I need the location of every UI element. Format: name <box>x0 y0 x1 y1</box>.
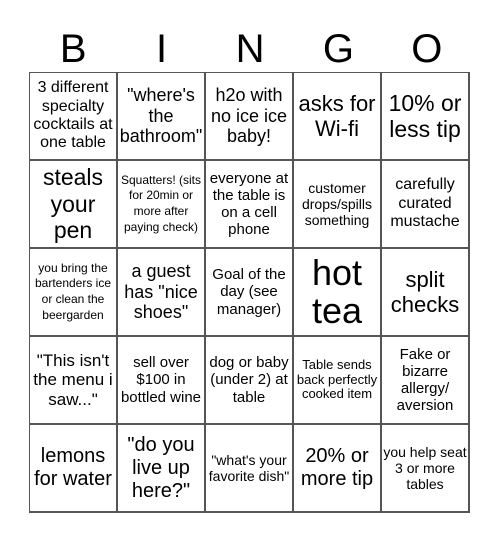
bingo-header: B I N G O <box>29 26 471 72</box>
header-letter-o: O <box>411 27 443 71</box>
bingo-cell[interactable]: Squatters! (sits for 20min or more after… <box>118 161 206 249</box>
header-letter-i: I <box>156 27 168 71</box>
header-letter-g: G <box>322 27 354 71</box>
bingo-grid: 3 different specialty cocktails at one t… <box>29 72 470 513</box>
bingo-cell[interactable]: sell over $100 in bottled wine <box>118 337 206 425</box>
bingo-cell[interactable]: 20% or more tip <box>294 425 382 513</box>
bingo-cell[interactable]: "This isn't the menu i saw..." <box>30 337 118 425</box>
bingo-cell[interactable]: Fake or bizarre allergy/ aversion <box>382 337 470 425</box>
bingo-cell[interactable]: "where's the bathroom" <box>118 73 206 161</box>
bingo-cell[interactable]: a guest has "nice shoes" <box>118 249 206 337</box>
bingo-cell[interactable]: Table sends back perfectly cooked item <box>294 337 382 425</box>
bingo-cell[interactable]: dog or baby (under 2) at table <box>206 337 294 425</box>
bingo-cell[interactable]: hot tea <box>294 249 382 337</box>
bingo-cell[interactable]: split checks <box>382 249 470 337</box>
bingo-cell[interactable]: 3 different specialty cocktails at one t… <box>30 73 118 161</box>
bingo-cell[interactable]: "what's your favorite dish" <box>206 425 294 513</box>
bingo-cell[interactable]: you help seat 3 or more tables <box>382 425 470 513</box>
header-letter-n: N <box>235 27 265 71</box>
bingo-cell[interactable]: lemons for water <box>30 425 118 513</box>
bingo-cell[interactable]: h2o with no ice ice baby! <box>206 73 294 161</box>
bingo-cell[interactable]: everyone at the table is on a cell phone <box>206 161 294 249</box>
bingo-cell[interactable]: carefully curated mustache <box>382 161 470 249</box>
bingo-cell[interactable]: steals your pen <box>30 161 118 249</box>
bingo-cell[interactable]: asks for Wi-fi <box>294 73 382 161</box>
bingo-cell[interactable]: 10% or less tip <box>382 73 470 161</box>
bingo-cell[interactable]: "do you live up here?" <box>118 425 206 513</box>
header-letter-b: B <box>59 27 87 71</box>
bingo-cell[interactable]: Goal of the day (see manager) <box>206 249 294 337</box>
bingo-cell[interactable]: customer drops/spills something <box>294 161 382 249</box>
bingo-cell[interactable]: you bring the bartenders ice or clean th… <box>30 249 118 337</box>
